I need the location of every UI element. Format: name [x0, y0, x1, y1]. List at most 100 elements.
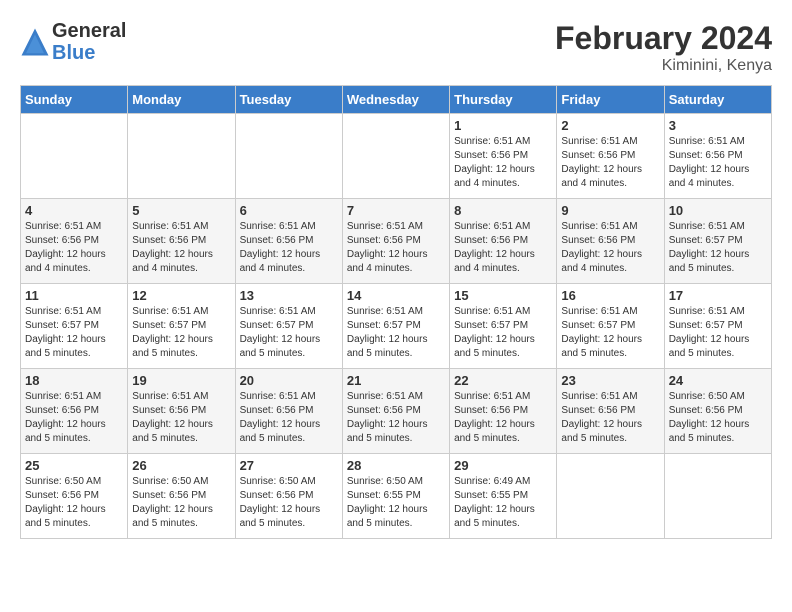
- col-monday: Monday: [128, 86, 235, 114]
- table-row: 25Sunrise: 6:50 AM Sunset: 6:56 PM Dayli…: [21, 454, 128, 539]
- day-number: 14: [347, 288, 445, 303]
- day-number: 13: [240, 288, 338, 303]
- day-info: Sunrise: 6:51 AM Sunset: 6:57 PM Dayligh…: [561, 305, 659, 361]
- day-number: 1: [454, 118, 552, 133]
- day-number: 24: [669, 373, 767, 388]
- col-saturday: Saturday: [664, 86, 771, 114]
- logo-blue: Blue: [52, 42, 95, 64]
- table-row: [342, 114, 449, 199]
- table-row: [128, 114, 235, 199]
- table-row: 15 Sunrise: 6:51 AM Sunset: 6:57 PM Dayli…: [450, 284, 557, 369]
- day-info: Sunrise: 6:51 AM Sunset: 6:56 PM Dayligh…: [132, 220, 230, 276]
- day-info: Sunrise: 6:51 AM Sunset: 6:56 PM Dayligh…: [669, 135, 767, 191]
- day-number: 27: [240, 458, 338, 473]
- day-info: Sunrise: 6:51 AM Sunset: 6:57 PM Dayligh…: [669, 305, 767, 361]
- day-info: Sunrise: 6:51 AM Sunset: 6:57 PM Dayligh…: [669, 220, 767, 276]
- table-row: 12 Sunrise: 6:51 AM Sunset: 6:57 PM Dayli…: [128, 284, 235, 369]
- table-row: 7 Sunrise: 6:51 AM Sunset: 6:56 PM Daylig…: [342, 199, 449, 284]
- table-row: 26 Sunrise: 6:50 AM Sunset: 6:56 PM Dayli…: [128, 454, 235, 539]
- day-number: 11: [25, 288, 123, 303]
- day-number: 9: [561, 203, 659, 218]
- table-row: 17 Sunrise: 6:51 AM Sunset: 6:57 PM Dayli…: [664, 284, 771, 369]
- day-number: 7: [347, 203, 445, 218]
- day-number: 15: [454, 288, 552, 303]
- table-row: [557, 454, 664, 539]
- calendar-week-row: 11 Sunrise: 6:51 AM Sunset: 6:57 PM Dayli…: [21, 284, 772, 369]
- day-info: Sunrise: 6:51 AM Sunset: 6:56 PM Dayligh…: [25, 390, 123, 446]
- day-number: 4: [25, 203, 123, 218]
- table-row: 16 Sunrise: 6:51 AM Sunset: 6:57 PM Dayli…: [557, 284, 664, 369]
- table-row: 11 Sunrise: 6:51 AM Sunset: 6:57 PM Dayli…: [21, 284, 128, 369]
- day-info: Sunrise: 6:51 AM Sunset: 6:57 PM Dayligh…: [347, 305, 445, 361]
- table-row: 28 Sunrise: 6:50 AM Sunset: 6:55 PM Dayli…: [342, 454, 449, 539]
- calendar-table: Sunday Monday Tuesday Wednesday Thursday…: [20, 85, 772, 539]
- day-info: Sunrise: 6:51 AM Sunset: 6:56 PM Dayligh…: [561, 135, 659, 191]
- day-info: Sunrise: 6:50 AM Sunset: 6:56 PM Dayligh…: [25, 475, 123, 531]
- day-info: Sunrise: 6:49 AM Sunset: 6:55 PM Dayligh…: [454, 475, 552, 531]
- logo-general: General: [52, 20, 126, 42]
- day-info: Sunrise: 6:50 AM Sunset: 6:56 PM Dayligh…: [669, 390, 767, 446]
- day-number: 6: [240, 203, 338, 218]
- table-row: 5 Sunrise: 6:51 AM Sunset: 6:56 PM Daylig…: [128, 199, 235, 284]
- logo-icon: [20, 27, 50, 57]
- day-number: 26: [132, 458, 230, 473]
- table-row: 22 Sunrise: 6:51 AM Sunset: 6:56 PM Dayli…: [450, 369, 557, 454]
- table-row: 9 Sunrise: 6:51 AM Sunset: 6:56 PM Daylig…: [557, 199, 664, 284]
- table-row: 21 Sunrise: 6:51 AM Sunset: 6:56 PM Dayli…: [342, 369, 449, 454]
- day-info: Sunrise: 6:51 AM Sunset: 6:57 PM Dayligh…: [132, 305, 230, 361]
- day-info: Sunrise: 6:51 AM Sunset: 6:56 PM Dayligh…: [561, 390, 659, 446]
- day-info: Sunrise: 6:50 AM Sunset: 6:55 PM Dayligh…: [347, 475, 445, 531]
- day-number: 22: [454, 373, 552, 388]
- day-number: 5: [132, 203, 230, 218]
- title-block: February 2024 Kiminini, Kenya: [555, 20, 772, 75]
- day-number: 19: [132, 373, 230, 388]
- day-info: Sunrise: 6:51 AM Sunset: 6:56 PM Dayligh…: [454, 390, 552, 446]
- table-row: 14 Sunrise: 6:51 AM Sunset: 6:57 PM Dayli…: [342, 284, 449, 369]
- day-number: 10: [669, 203, 767, 218]
- table-row: 6Sunrise: 6:51 AM Sunset: 6:56 PM Daylig…: [235, 199, 342, 284]
- col-friday: Friday: [557, 86, 664, 114]
- col-thursday: Thursday: [450, 86, 557, 114]
- table-row: 10 Sunrise: 6:51 AM Sunset: 6:57 PM Dayli…: [664, 199, 771, 284]
- page-header: General Blue February 2024 Kiminini, Ken…: [20, 20, 772, 75]
- day-info: Sunrise: 6:51 AM Sunset: 6:56 PM Dayligh…: [347, 390, 445, 446]
- table-row: 24 Sunrise: 6:50 AM Sunset: 6:56 PM Dayli…: [664, 369, 771, 454]
- col-wednesday: Wednesday: [342, 86, 449, 114]
- day-info: Sunrise: 6:51 AM Sunset: 6:56 PM Dayligh…: [561, 220, 659, 276]
- calendar-header-row: Sunday Monday Tuesday Wednesday Thursday…: [21, 86, 772, 114]
- day-number: 20: [240, 373, 338, 388]
- day-info: Sunrise: 6:51 AM Sunset: 6:56 PM Dayligh…: [132, 390, 230, 446]
- day-info: Sunrise: 6:51 AM Sunset: 6:56 PM Dayligh…: [240, 390, 338, 446]
- table-row: 18 Sunrise: 6:51 AM Sunset: 6:56 PM Dayli…: [21, 369, 128, 454]
- table-row: 20 Sunrise: 6:51 AM Sunset: 6:56 PM Dayli…: [235, 369, 342, 454]
- day-number: 16: [561, 288, 659, 303]
- day-info: Sunrise: 6:51 AM Sunset: 6:56 PM Dayligh…: [454, 220, 552, 276]
- table-row: 27 Sunrise: 6:50 AM Sunset: 6:56 PM Dayli…: [235, 454, 342, 539]
- logo: General Blue: [20, 20, 126, 64]
- day-number: 28: [347, 458, 445, 473]
- day-number: 12: [132, 288, 230, 303]
- day-number: 29: [454, 458, 552, 473]
- location: Kiminini, Kenya: [555, 57, 772, 75]
- day-number: 21: [347, 373, 445, 388]
- month-title: February 2024: [555, 20, 772, 57]
- day-info: Sunrise: 6:51 AM Sunset: 6:57 PM Dayligh…: [454, 305, 552, 361]
- calendar-week-row: 1 Sunrise: 6:51 AM Sunset: 6:56 PM Daylig…: [21, 114, 772, 199]
- day-info: Sunrise: 6:50 AM Sunset: 6:56 PM Dayligh…: [132, 475, 230, 531]
- day-number: 18: [25, 373, 123, 388]
- day-number: 8: [454, 203, 552, 218]
- day-number: 17: [669, 288, 767, 303]
- day-number: 2: [561, 118, 659, 133]
- day-info: Sunrise: 6:51 AM Sunset: 6:56 PM Dayligh…: [25, 220, 123, 276]
- table-row: [235, 114, 342, 199]
- day-number: 23: [561, 373, 659, 388]
- table-row: 2 Sunrise: 6:51 AM Sunset: 6:56 PM Daylig…: [557, 114, 664, 199]
- table-row: 3Sunrise: 6:51 AM Sunset: 6:56 PM Daylig…: [664, 114, 771, 199]
- day-info: Sunrise: 6:51 AM Sunset: 6:56 PM Dayligh…: [454, 135, 552, 191]
- calendar-week-row: 25Sunrise: 6:50 AM Sunset: 6:56 PM Dayli…: [21, 454, 772, 539]
- table-row: 23 Sunrise: 6:51 AM Sunset: 6:56 PM Dayli…: [557, 369, 664, 454]
- day-info: Sunrise: 6:51 AM Sunset: 6:56 PM Dayligh…: [347, 220, 445, 276]
- table-row: 4 Sunrise: 6:51 AM Sunset: 6:56 PM Daylig…: [21, 199, 128, 284]
- day-info: Sunrise: 6:51 AM Sunset: 6:57 PM Dayligh…: [25, 305, 123, 361]
- day-info: Sunrise: 6:50 AM Sunset: 6:56 PM Dayligh…: [240, 475, 338, 531]
